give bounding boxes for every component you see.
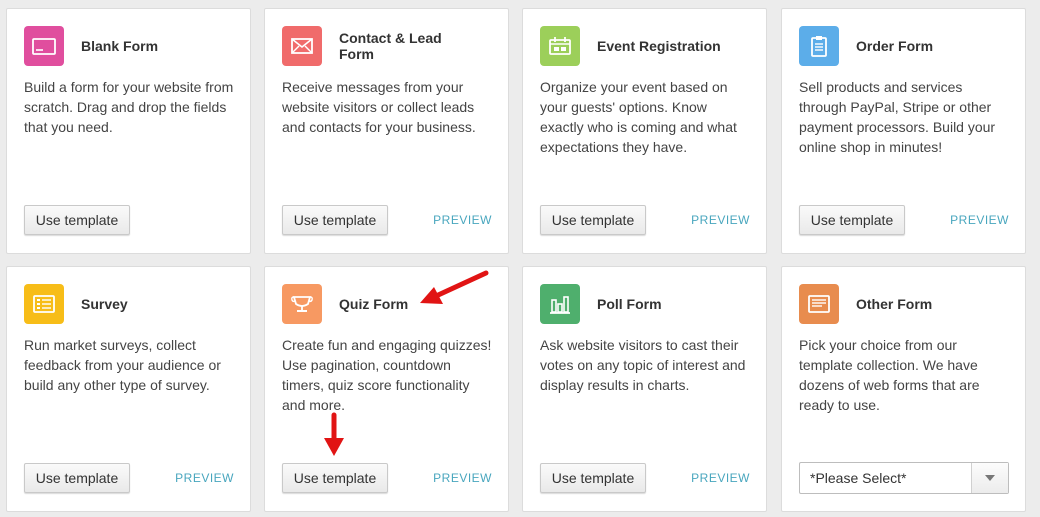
document-icon xyxy=(799,284,839,324)
card-title: Quiz Form xyxy=(339,296,409,312)
card-title: Order Form xyxy=(856,38,934,54)
use-template-button[interactable]: Use template xyxy=(540,463,646,493)
card-title: Blank Form xyxy=(81,38,159,54)
chevron-down-icon[interactable] xyxy=(971,463,1008,493)
template-card-event-registration: Event Registration Organize your event b… xyxy=(522,8,767,254)
template-card-poll-form: Poll Form Ask website visitors to cast t… xyxy=(522,266,767,512)
card-description: Ask website visitors to cast their votes… xyxy=(540,337,746,393)
template-card-quiz-form: Quiz Form Create fun and engaging quizze… xyxy=(264,266,509,512)
card-description: Sell products and services through PayPa… xyxy=(799,79,996,155)
preview-link[interactable]: PREVIEW xyxy=(691,213,750,227)
card-title: Contact & Lead Form xyxy=(339,30,442,62)
card-title: Survey xyxy=(81,296,128,312)
ticket-icon xyxy=(540,26,580,66)
preview-link[interactable]: PREVIEW xyxy=(175,471,234,485)
card-description: Build a form for your website from scrat… xyxy=(24,79,234,135)
card-description: Run market surveys, collect feedback fro… xyxy=(24,337,221,393)
preview-link[interactable]: PREVIEW xyxy=(433,213,492,227)
use-template-button[interactable]: Use template xyxy=(540,205,646,235)
card-title: Event Registration xyxy=(597,38,721,54)
card-title: Poll Form xyxy=(597,296,662,312)
blank-form-icon xyxy=(24,26,64,66)
card-description: Pick your choice from our template colle… xyxy=(799,337,980,413)
bar-chart-icon xyxy=(540,284,580,324)
use-template-button[interactable]: Use template xyxy=(24,205,130,235)
card-description: Receive messages from your website visit… xyxy=(282,79,476,135)
template-select[interactable]: *Please Select* xyxy=(799,462,1009,494)
use-template-button[interactable]: Use template xyxy=(282,205,388,235)
survey-list-icon xyxy=(24,284,64,324)
select-value: *Please Select* xyxy=(810,470,907,486)
template-card-other-form: Other Form Pick your choice from our tem… xyxy=(781,266,1026,512)
use-template-button[interactable]: Use template xyxy=(24,463,130,493)
card-title: Other Form xyxy=(856,296,933,312)
template-card-contact-lead-form: Contact & Lead Form Receive messages fro… xyxy=(264,8,509,254)
clipboard-icon xyxy=(799,26,839,66)
card-description: Create fun and engaging quizzes! Use pag… xyxy=(282,337,492,413)
preview-link[interactable]: PREVIEW xyxy=(950,213,1009,227)
use-template-button[interactable]: Use template xyxy=(799,205,905,235)
preview-link[interactable]: PREVIEW xyxy=(433,471,492,485)
template-card-survey: Survey Run market surveys, collect feedb… xyxy=(6,266,251,512)
card-description: Organize your event based on your guests… xyxy=(540,79,737,155)
envelope-icon xyxy=(282,26,322,66)
template-card-order-form: Order Form Sell products and services th… xyxy=(781,8,1026,254)
use-template-button[interactable]: Use template xyxy=(282,463,388,493)
preview-link[interactable]: PREVIEW xyxy=(691,471,750,485)
template-card-blank-form: Blank Form Build a form for your website… xyxy=(6,8,251,254)
trophy-icon xyxy=(282,284,322,324)
